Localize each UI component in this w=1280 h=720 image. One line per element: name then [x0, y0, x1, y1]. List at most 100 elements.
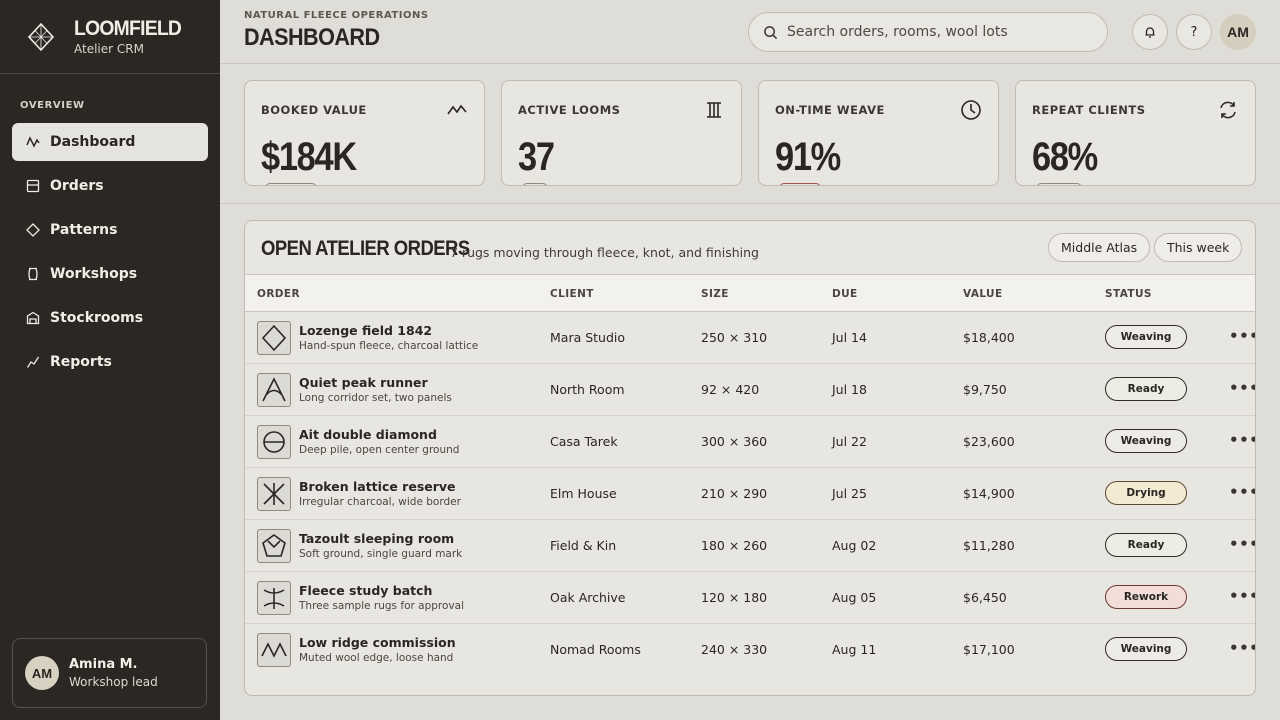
row-more-button[interactable]: ••• [1229, 327, 1255, 345]
order-name: Quiet peak runner [299, 375, 428, 390]
column-header-order[interactable]: ORDER [257, 288, 300, 300]
row-more-button[interactable]: ••• [1229, 483, 1255, 501]
sidebar-item-label: Dashboard [50, 134, 136, 150]
search-input[interactable] [787, 24, 1087, 40]
peak-motif-icon [257, 373, 291, 407]
orders-title: OPEN ATELIER ORDERS [261, 237, 470, 260]
sidebar-item-patterns[interactable]: Patterns [12, 211, 208, 249]
kpi-label: ACTIVE LOOMS [518, 103, 621, 117]
table-row[interactable]: Low ridge commission Muted wool edge, lo… [245, 624, 1255, 676]
order-name: Fleece study batch [299, 583, 433, 598]
search-icon [764, 25, 778, 39]
sidebar-item-stockrooms[interactable]: Stockrooms [12, 299, 208, 337]
header-avatar[interactable]: AM [1220, 14, 1256, 50]
user-name: Amina M. [69, 657, 138, 672]
order-client: Nomad Rooms [550, 642, 641, 657]
table-row[interactable]: Fleece study batch Three sample rugs for… [245, 572, 1255, 624]
clock-icon [960, 99, 982, 121]
table-row[interactable]: Lozenge field 1842 Hand-spun fleece, cha… [245, 312, 1255, 364]
table-row[interactable]: Ait double diamond Deep pile, open cente… [245, 416, 1255, 468]
status-badge: Drying [1105, 481, 1187, 505]
sidebar-item-reports[interactable]: Reports [12, 343, 208, 381]
orders-panel: OPEN ATELIER ORDERS 7 rugs moving throug… [244, 220, 1256, 696]
sidebar-item-label: Patterns [50, 222, 118, 238]
kpi-value: 37 [518, 135, 555, 179]
lozenge-motif-icon [257, 321, 291, 355]
status-badge: Rework [1105, 585, 1187, 609]
kpi-card-booked-value: BOOKED VALUE $184K [244, 80, 485, 186]
pulse-icon [446, 99, 468, 121]
kpi-card-repeat-clients: REPEAT CLIENTS 68% [1015, 80, 1256, 186]
avatar: AM [25, 656, 59, 690]
order-client: North Room [550, 382, 625, 397]
kpi-sparkline [265, 183, 317, 185]
order-size: 250 × 310 [701, 330, 768, 345]
user-role: Workshop lead [69, 675, 158, 689]
double-diamond-motif-icon [257, 425, 291, 459]
column-header-due[interactable]: DUE [832, 288, 858, 300]
order-value: $23,600 [963, 434, 1015, 449]
order-name: Tazoult sleeping room [299, 531, 455, 546]
loom-icon [703, 99, 725, 121]
order-name: Lozenge field 1842 [299, 323, 433, 338]
status-badge: Weaving [1105, 637, 1187, 661]
column-header-size[interactable]: SIZE [701, 288, 729, 300]
order-size: 300 × 360 [701, 434, 768, 449]
sidebar-item-label: Reports [50, 354, 112, 370]
order-due: Jul 25 [832, 486, 867, 501]
sidebar-item-dashboard[interactable]: Dashboard [12, 123, 208, 161]
order-due: Jul 14 [832, 330, 867, 345]
table-header: ORDER CLIENT SIZE DUE VALUE STATUS [245, 275, 1255, 312]
row-more-button[interactable]: ••• [1229, 587, 1255, 605]
notifications-button[interactable] [1132, 14, 1168, 50]
status-badge: Ready [1105, 533, 1187, 557]
row-more-button[interactable]: ••• [1229, 431, 1255, 449]
order-value: $18,400 [963, 330, 1015, 345]
column-header-client[interactable]: CLIENT [550, 288, 594, 300]
sidebar-item-workshops[interactable]: Workshops [12, 255, 208, 293]
header: NATURAL FLEECE OPERATIONS DASHBOARD ? AM [220, 0, 1280, 64]
kpi-card-active-looms: ACTIVE LOOMS 37 [501, 80, 742, 186]
kpi-label: BOOKED VALUE [261, 103, 367, 117]
sidebar-item-orders[interactable]: Orders [12, 167, 208, 205]
kpi-sparkline [1036, 183, 1082, 185]
order-due: Aug 05 [832, 590, 877, 605]
kpi-card-on-time-weave: ON-TIME WEAVE 91% [758, 80, 999, 186]
workshop-icon [26, 267, 40, 281]
table-row[interactable]: Broken lattice reserve Irregular charcoa… [245, 468, 1255, 520]
order-value: $11,280 [963, 538, 1015, 553]
order-size: 92 × 420 [701, 382, 760, 397]
filter-chip-region[interactable]: Middle Atlas [1048, 233, 1151, 262]
table-row[interactable]: Tazoult sleeping room Soft ground, singl… [245, 520, 1255, 572]
nav-section-label: OVERVIEW [20, 100, 85, 111]
row-more-button[interactable]: ••• [1229, 535, 1255, 553]
order-value: $9,750 [963, 382, 1007, 397]
order-desc: Three sample rugs for approval [299, 600, 464, 612]
row-more-button[interactable]: ••• [1229, 639, 1255, 657]
order-client: Casa Tarek [550, 434, 618, 449]
column-header-status[interactable]: STATUS [1105, 288, 1152, 300]
order-size: 240 × 330 [701, 642, 768, 657]
stockroom-icon [26, 311, 40, 325]
order-client: Mara Studio [550, 330, 626, 345]
order-value: $17,100 [963, 642, 1015, 657]
ridge-motif-icon [257, 633, 291, 667]
order-value: $6,450 [963, 590, 1007, 605]
user-card[interactable]: AM Amina M. Workshop lead [12, 638, 207, 708]
order-due: Aug 02 [832, 538, 877, 553]
help-button[interactable]: ? [1176, 14, 1212, 50]
order-client: Elm House [550, 486, 617, 501]
kpi-label: ON-TIME WEAVE [775, 103, 885, 117]
order-desc: Long corridor set, two panels [299, 392, 452, 404]
row-more-button[interactable]: ••• [1229, 379, 1255, 397]
refresh-icon [1217, 99, 1239, 121]
orders-panel-header: OPEN ATELIER ORDERS 7 rugs moving throug… [245, 221, 1255, 275]
order-name: Low ridge commission [299, 635, 456, 650]
pentagon-motif-icon [257, 529, 291, 563]
filter-chip-period[interactable]: This week [1154, 233, 1243, 262]
table-row[interactable]: Quiet peak runner Long corridor set, two… [245, 364, 1255, 416]
search-bar[interactable] [748, 12, 1108, 52]
help-label: ? [1190, 24, 1198, 40]
order-client: Field & Kin [550, 538, 617, 553]
column-header-value[interactable]: VALUE [963, 288, 1003, 300]
